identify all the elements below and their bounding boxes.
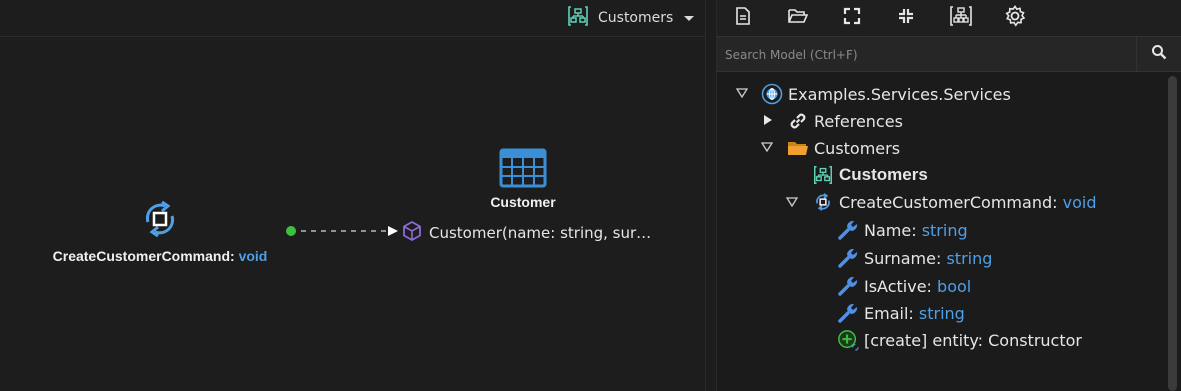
entity-node-label: Customer	[490, 194, 556, 210]
create-mapping-icon	[837, 329, 859, 351]
new-file-icon	[733, 6, 753, 30]
field-name: IsActive	[864, 276, 927, 296]
diagram-icon	[566, 4, 590, 32]
tree-item-label: CreateCustomerCommand	[839, 192, 1053, 212]
diagram-selector-label: Customers	[598, 10, 674, 26]
field-name: Surname	[864, 248, 936, 268]
diagram-icon	[812, 164, 834, 186]
field-type: string	[918, 303, 965, 323]
diagram-selector[interactable]: Customers	[566, 4, 695, 32]
wrench-icon	[837, 247, 859, 269]
tree-item-command[interactable]: CreateCustomerCommand: void	[812, 189, 1096, 215]
tree-item-field[interactable]: Email: string	[837, 300, 965, 326]
field-type: bool	[937, 276, 972, 296]
link-icon	[787, 110, 809, 132]
expand-button[interactable]	[838, 4, 866, 32]
model-tree: Examples.Services.Services References Cu…	[717, 72, 1163, 391]
connector-start-dot	[286, 226, 296, 236]
search-icon	[1151, 44, 1167, 64]
scrollbar-thumb[interactable]	[1168, 76, 1177, 391]
layout-button[interactable]	[947, 4, 975, 32]
open-folder-button[interactable]	[784, 4, 812, 32]
command-node-type: void	[238, 248, 268, 264]
canvas-header: Customers	[0, 0, 705, 37]
settings-button[interactable]	[1001, 4, 1029, 32]
tree-item-label: Customers	[839, 165, 928, 184]
command-node[interactable]: CreateCustomerCommand: void	[40, 196, 280, 264]
tree-item-field[interactable]: IsActive: bool	[837, 273, 971, 299]
gear-icon	[1004, 5, 1026, 31]
tree-toggle-expanded-icon[interactable]	[736, 87, 748, 99]
collapse-icon	[896, 6, 916, 30]
wrench-icon	[837, 219, 859, 241]
diagram-canvas[interactable]: Customers CreateCustomerCommand: void Cu…	[0, 0, 705, 391]
folder-icon	[787, 137, 809, 159]
chevron-down-icon	[684, 15, 695, 21]
tree-item-label: Examples.Services.Services	[788, 84, 1011, 104]
tree-item-separator: :	[1052, 192, 1058, 212]
tree-item-references[interactable]: References	[787, 108, 903, 134]
search-bar	[717, 36, 1181, 72]
field-separator: :	[908, 303, 914, 323]
tree-item-customers-diagram[interactable]: Customers	[812, 162, 928, 188]
tree-item-customers-folder[interactable]: Customers	[787, 135, 900, 161]
association-connector[interactable]	[284, 221, 404, 241]
tree-item-mapping[interactable]: [create] entity: Constructor	[837, 327, 1082, 353]
tree-item-type: void	[1062, 192, 1097, 212]
package-globe-icon	[761, 83, 783, 105]
association-label-text: Customer(name: string, sur…	[429, 224, 652, 242]
cube-icon	[401, 220, 423, 246]
tree-toggle-expanded-icon[interactable]	[786, 196, 798, 208]
model-toolbar	[717, 0, 1181, 36]
field-separator: :	[926, 276, 932, 296]
field-separator: :	[911, 220, 917, 240]
table-entity-icon	[480, 148, 566, 188]
association-label[interactable]: Customer(name: string, sur…	[401, 220, 651, 246]
wrench-icon	[837, 275, 859, 297]
entity-node[interactable]: Customer	[480, 148, 566, 210]
command-node-label: CreateCustomerCommand: void	[40, 248, 280, 264]
field-type: string	[946, 248, 993, 268]
collapse-button[interactable]	[892, 4, 920, 32]
tree-item-label: Customers	[814, 138, 901, 158]
field-type: string	[921, 220, 968, 240]
expand-icon	[842, 6, 862, 30]
tree-item-root[interactable]: Examples.Services.Services	[761, 81, 1011, 107]
tree-toggle-expanded-icon[interactable]	[761, 141, 773, 153]
command-node-separator: :	[230, 248, 235, 264]
wrench-icon	[837, 302, 859, 324]
field-separator: :	[935, 248, 942, 268]
tree-scrollbar[interactable]	[1166, 72, 1178, 391]
command-cycle-icon	[40, 196, 280, 242]
new-file-button[interactable]	[729, 4, 757, 32]
field-name: Email	[864, 303, 909, 323]
command-cycle-icon	[812, 191, 834, 213]
tree-toggle-collapsed-icon[interactable]	[762, 114, 774, 126]
tree-item-field[interactable]: Name: string	[837, 217, 968, 243]
connector-arrowhead	[388, 226, 398, 236]
pane-splitter[interactable]	[705, 0, 717, 391]
command-node-name: CreateCustomerCommand	[52, 248, 231, 264]
layout-icon	[949, 5, 973, 31]
field-name: Name	[864, 220, 912, 240]
tree-item-label: References	[814, 111, 903, 131]
folder-open-icon	[787, 6, 809, 30]
tree-item-field[interactable]: Surname: string	[837, 245, 992, 271]
search-button[interactable]	[1136, 37, 1181, 71]
tree-item-label: [create] entity: Constructor	[864, 330, 1082, 350]
search-input[interactable]	[723, 43, 1127, 67]
model-panel: Examples.Services.Services References Cu…	[717, 0, 1181, 391]
